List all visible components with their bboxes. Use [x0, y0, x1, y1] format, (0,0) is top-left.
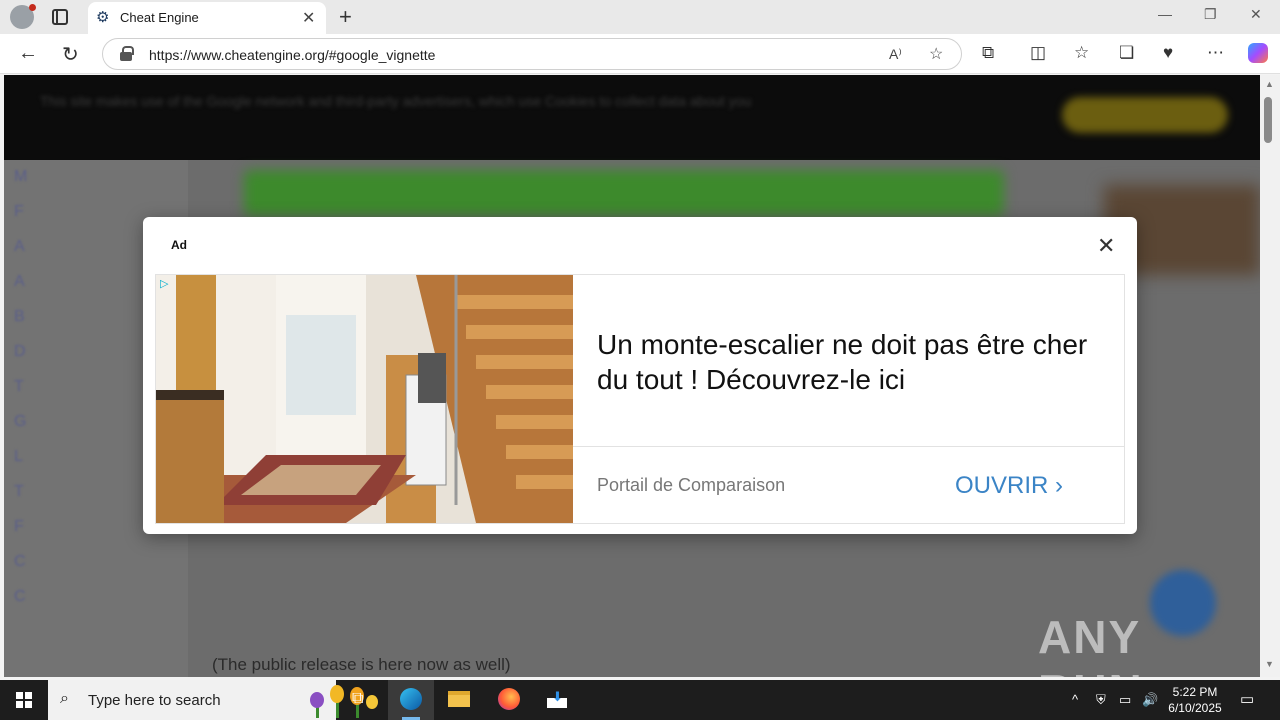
copilot-icon[interactable]: [1248, 43, 1268, 63]
volume-icon[interactable]: 🔊: [1142, 692, 1158, 708]
search-icon: ⌕: [60, 690, 69, 707]
tab-title: Cheat Engine: [120, 10, 199, 25]
taskbar-clock[interactable]: 5:22 PM 6/10/2025: [1162, 684, 1228, 716]
sidebar-link: C: [14, 553, 26, 570]
browser-toolbar: ← ↻ https://www.cheatengine.org/#google_…: [0, 34, 1280, 74]
sidebar-link: T: [14, 483, 24, 500]
sidebar-link: A: [14, 273, 25, 290]
close-window-icon[interactable]: ✕: [1250, 6, 1262, 23]
cookie-notice-text: This site makes use of the Google networ…: [40, 93, 752, 109]
split-screen-icon[interactable]: ◫: [1030, 43, 1046, 63]
adchoices-icon[interactable]: ▷: [160, 277, 168, 290]
favorite-star-icon[interactable]: ☆: [929, 44, 943, 64]
sidebar-link: T: [14, 378, 24, 395]
sidebar-link: B: [14, 308, 25, 325]
page-banner: [244, 170, 1004, 216]
ad-open-button[interactable]: OUVRIR ›: [955, 472, 1063, 500]
tab-close-icon[interactable]: ✕: [302, 8, 315, 28]
back-icon[interactable]: ←: [18, 42, 38, 65]
sidebar-link: D: [14, 343, 26, 360]
downloads-app-icon[interactable]: ⬇: [534, 680, 580, 720]
ad-text-panel[interactable]: Un monte-escalier ne doit pas être cher …: [573, 275, 1124, 523]
cheat-engine-favicon-icon: ⚙: [96, 9, 110, 26]
scroll-up-icon[interactable]: ▲: [1265, 79, 1274, 89]
tab-cheat-engine[interactable]: ⚙ Cheat Engine ✕: [88, 2, 326, 34]
sidebar-link: L: [14, 448, 23, 465]
security-tray-icon[interactable]: ⛨: [1096, 692, 1106, 708]
sidebar-link: F: [14, 518, 24, 535]
ad-divider: [573, 446, 1124, 447]
sidebar-link: F: [14, 203, 24, 220]
file-explorer-icon[interactable]: [436, 680, 482, 720]
lock-icon[interactable]: [120, 46, 134, 61]
scroll-thumb[interactable]: [1264, 97, 1272, 143]
ad-card[interactable]: ▷ Un monte-escalier ne doit pas être che…: [155, 274, 1125, 524]
browser-essentials-icon[interactable]: ♥: [1163, 43, 1173, 63]
tab-strip: ⚙ Cheat Engine ✕ + — ❐ ✕: [0, 0, 1280, 34]
edge-taskbar-icon[interactable]: [388, 680, 434, 720]
task-view-icon[interactable]: ⧉: [338, 680, 384, 720]
ad-open-label: OUVRIR: [955, 472, 1049, 499]
public-release-text: (The public release is here now as well): [212, 655, 511, 674]
network-icon[interactable]: ▭: [1119, 692, 1131, 708]
chevron-right-icon: ›: [1055, 472, 1064, 499]
search-placeholder[interactable]: Type here to search: [88, 692, 221, 709]
stairlift-ad-image[interactable]: ▷: [156, 275, 573, 523]
read-aloud-icon[interactable]: A⁾: [889, 46, 902, 63]
firefox-icon[interactable]: [486, 680, 532, 720]
ad-headline[interactable]: Un monte-escalier ne doit pas être cher …: [597, 327, 1097, 397]
url-text[interactable]: https://www.cheatengine.org/#google_vign…: [149, 47, 435, 63]
cookie-banner: This site makes use of the Google networ…: [4, 75, 1260, 160]
ad-label: Ad: [171, 238, 187, 252]
tray-overflow-icon[interactable]: ^: [1072, 692, 1078, 707]
page-scrollbar[interactable]: ▲ ▼: [1260, 75, 1280, 677]
tab-actions-icon[interactable]: [52, 9, 68, 25]
ad-advertiser[interactable]: Portail de Comparaison: [597, 475, 785, 496]
anyrun-watermark: ANY RUN: [1038, 611, 1142, 677]
sidebar-link: G: [14, 413, 27, 430]
sidebar-link: M: [14, 168, 28, 185]
refresh-icon[interactable]: ↻: [62, 42, 79, 67]
collections-icon[interactable]: ❏: [1119, 43, 1134, 63]
ad-close-icon[interactable]: ✕: [1097, 233, 1115, 259]
notifications-icon[interactable]: ▭: [1240, 690, 1254, 708]
new-tab-icon[interactable]: +: [339, 4, 352, 30]
clock-time: 5:22 PM: [1172, 685, 1218, 699]
sidebar-link: C: [14, 588, 26, 605]
windows-start-icon[interactable]: [16, 692, 32, 708]
scroll-down-icon[interactable]: ▼: [1265, 659, 1274, 669]
clock-date: 6/10/2025: [1168, 701, 1222, 715]
ad-vignette-dialog: Ad ✕ ▷ Un monte-escalier ne doit pas êtr…: [143, 217, 1137, 534]
cookie-accept-button: [1062, 97, 1228, 133]
address-bar[interactable]: https://www.cheatengine.org/#google_vign…: [102, 38, 962, 70]
restore-icon[interactable]: ❐: [1204, 6, 1217, 23]
sidebar-link: A: [14, 238, 25, 255]
favorites-icon[interactable]: ☆: [1074, 43, 1089, 63]
more-menu-icon[interactable]: ⋯: [1207, 43, 1224, 63]
minimize-icon[interactable]: —: [1158, 6, 1172, 22]
taskbar-search-box[interactable]: ⌕ Type here to search: [48, 680, 378, 720]
profile-avatar[interactable]: [10, 4, 36, 29]
extensions-icon[interactable]: ⧉: [982, 43, 994, 63]
taskbar: ⌕ Type here to search ⧉ ⬇ ^ ⛨ ▭ 🔊 5:22 P…: [0, 680, 1280, 720]
